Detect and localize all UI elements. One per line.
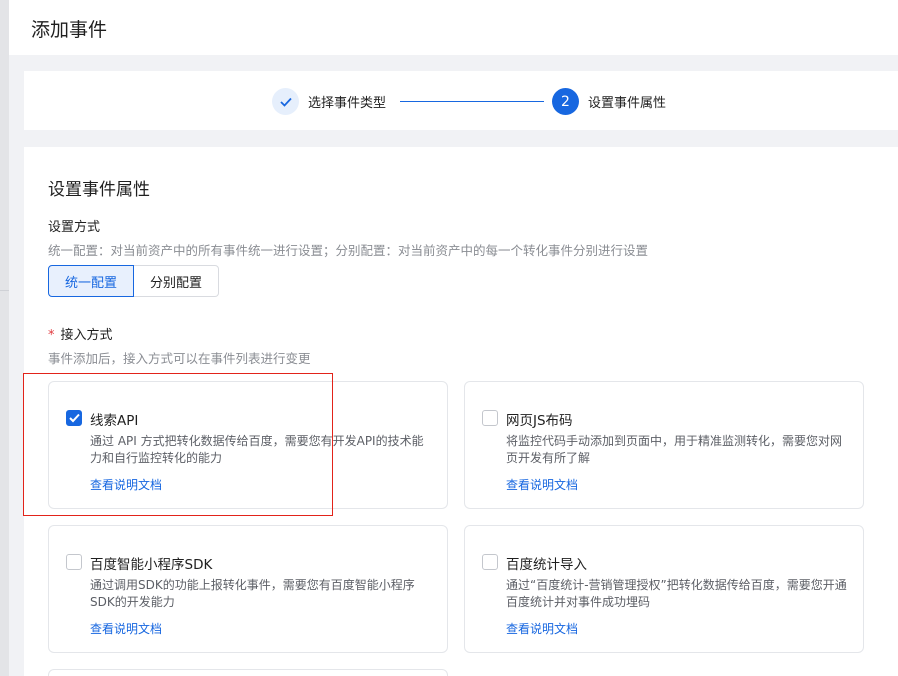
access-label-text: 接入方式 [60,328,113,343]
mode-label: 设置方式 [48,220,101,235]
access-description: 事件添加后，接入方式可以在事件列表进行变更 [48,351,311,366]
option-name: 网页JS布码 [506,413,573,429]
check-icon [272,88,299,115]
doc-link[interactable]: 查看说明文档 [90,620,162,637]
mode-description: 统一配置：对当前资产中的所有事件统一进行设置；分别配置：对当前资产中的每一个转化… [48,243,649,258]
section-title: 设置事件属性 [48,180,150,200]
step-number: 2 [552,88,579,115]
option-card-baidu-analytics[interactable]: 百度统计导入 通过“百度统计-营销管理授权”把转化数据传给百度，需要您开通百度统… [464,525,864,653]
stepper: 选择事件类型 2 设置事件属性 [24,71,898,130]
step-select-event-type[interactable]: 选择事件类型 [272,88,386,115]
unified-config-button[interactable]: 统一配置 [48,265,135,297]
dialog-title: 添加事件 [31,19,108,41]
step-label: 设置事件属性 [588,96,667,111]
checkbox[interactable] [482,554,498,570]
option-name: 百度智能小程序SDK [90,557,213,573]
divider [0,290,9,291]
option-description: 通过调用SDK的功能上报转化事件，需要您有百度智能小程序SDK的开发能力 [90,578,415,609]
dialog-header: 添加事件 [9,0,898,55]
doc-link[interactable]: 查看说明文档 [506,476,578,493]
step-label: 选择事件类型 [308,96,387,111]
checkbox[interactable] [66,554,82,570]
option-card-mini-program-sdk[interactable]: 百度智能小程序SDK 通过调用SDK的功能上报转化事件，需要您有百度智能小程序S… [48,525,448,653]
separate-config-button[interactable]: 分别配置 [134,265,220,297]
step-connector [400,101,544,102]
option-description: 将监控代码手动添加到页面中，用于精准监测转化，需要您对网页开发有所了解 [506,434,843,465]
access-label: * 接入方式 [48,324,113,343]
option-name: 百度统计导入 [506,557,587,573]
option-description: 通过“百度统计-营销管理授权”把转化数据传给百度，需要您开通百度统计并对事件成功… [506,578,847,609]
step-set-event-attributes: 2 设置事件属性 [552,88,666,115]
mode-segmented-control: 统一配置 分别配置 [48,265,220,297]
required-mark: * [48,328,55,343]
option-card-partial [48,669,448,676]
left-panel-edge [0,0,9,676]
highlight-box [23,373,333,516]
option-card-web-js[interactable]: 网页JS布码 将监控代码手动添加到页面中，用于精准监测转化，需要您对网页开发有所… [464,381,864,509]
doc-link[interactable]: 查看说明文档 [506,620,578,637]
checkbox[interactable] [482,410,498,426]
